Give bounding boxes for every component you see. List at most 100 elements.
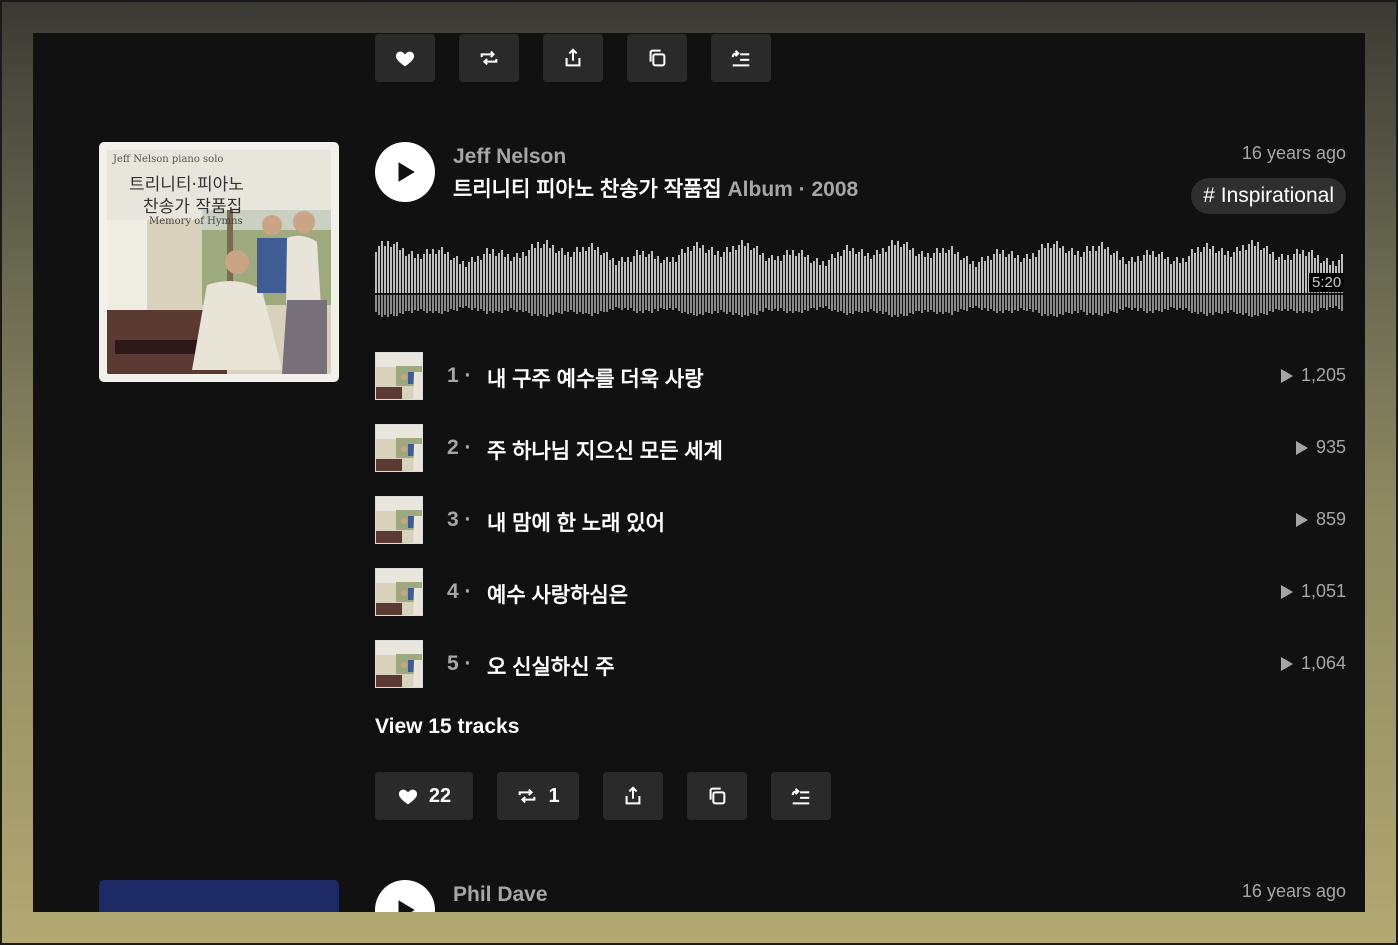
- waveform-bar-reflection: [633, 295, 635, 311]
- waveform-bar-reflection: [684, 295, 686, 312]
- copy-link-button[interactable]: [687, 772, 747, 820]
- waveform[interactable]: [375, 233, 1346, 323]
- waveform-bar-reflection: [1194, 295, 1196, 312]
- waveform-bar-reflection: [492, 295, 494, 313]
- waveform-bar: [1230, 257, 1232, 293]
- waveform-bar: [1065, 253, 1067, 293]
- track-play-count: 1,051: [1280, 581, 1346, 602]
- album-title-line: 트리니티 피아노 찬송가 작품집 Album · 2008: [453, 173, 858, 203]
- track-thumbnail[interactable]: [375, 424, 423, 472]
- waveform-bar-reflection: [1002, 295, 1004, 313]
- waveform-bar-reflection: [897, 295, 899, 317]
- album-cover[interactable]: [99, 880, 339, 912]
- waveform-bar-reflection: [735, 295, 737, 313]
- track-title[interactable]: 내 맘에 한 노래 있어: [487, 507, 665, 537]
- share-button[interactable]: [543, 34, 603, 82]
- album-cover[interactable]: Jeff Nelson piano solo 트리니티·피아노 찬송가 작품집 …: [99, 142, 339, 382]
- track-thumbnail[interactable]: [375, 640, 423, 688]
- like-button[interactable]: 22: [375, 772, 473, 820]
- waveform-bar-reflection: [1044, 295, 1046, 314]
- waveform-bar-reflection: [792, 295, 794, 313]
- waveform-bar: [1002, 250, 1004, 293]
- artist-name[interactable]: Phil Dave: [453, 883, 548, 907]
- album-title[interactable]: 트리니티 피아노 찬송가 작품집: [453, 178, 722, 201]
- track-title[interactable]: 예수 사랑하심은: [487, 579, 628, 609]
- waveform-bar: [855, 254, 857, 293]
- repost-button[interactable]: 1: [497, 772, 579, 820]
- copy-link-button[interactable]: [627, 34, 687, 82]
- waveform-bar: [1158, 254, 1160, 293]
- waveform-bar: [834, 258, 836, 293]
- waveform-bar-reflection: [1074, 295, 1076, 311]
- waveform-bar: [705, 253, 707, 293]
- waveform-bar-reflection: [987, 295, 989, 311]
- track-row[interactable]: 3 · 내 맘에 한 노래 있어 859: [375, 496, 1346, 544]
- track-thumbnail[interactable]: [375, 568, 423, 616]
- share-button[interactable]: [603, 772, 663, 820]
- like-button[interactable]: [375, 34, 435, 82]
- waveform-bar: [1218, 251, 1220, 293]
- track-title[interactable]: 내 구주 예수를 더욱 사랑: [487, 363, 704, 393]
- waveform-bar: [672, 257, 674, 293]
- waveform-bar-reflection: [783, 295, 785, 311]
- waveform-bar: [561, 248, 563, 293]
- waveform-bar: [477, 256, 479, 293]
- waveform-bar: [819, 265, 821, 293]
- waveform-bar-reflection: [771, 295, 773, 311]
- waveform-bar-reflection: [540, 295, 542, 314]
- waveform-bar-reflection: [465, 295, 467, 306]
- track-thumbnail[interactable]: [375, 496, 423, 544]
- play-button[interactable]: [375, 142, 435, 202]
- waveform-bar: [393, 244, 395, 293]
- track-title[interactable]: 오 신실하신 주: [487, 651, 615, 681]
- waveform-bar-reflection: [849, 295, 851, 313]
- waveform-bar: [450, 260, 452, 293]
- waveform-bar: [1224, 255, 1226, 293]
- waveform-bar: [519, 258, 521, 293]
- waveform-bar-reflection: [822, 295, 824, 308]
- waveform-bar: [558, 251, 560, 293]
- play-button[interactable]: [375, 880, 435, 912]
- waveform-bar: [504, 257, 506, 293]
- track-play-count: 935: [1295, 437, 1346, 458]
- track-row[interactable]: 4 · 예수 사랑하심은 1,051: [375, 568, 1346, 616]
- artist-name[interactable]: Jeff Nelson: [453, 145, 566, 169]
- track-thumbnail[interactable]: [375, 352, 423, 400]
- waveform-bar: [405, 256, 407, 293]
- waveform-bar: [933, 253, 935, 293]
- repost-button[interactable]: [459, 34, 519, 82]
- waveform-bar: [801, 250, 803, 293]
- track-number: 2 ·: [447, 436, 472, 459]
- waveform-bar: [1041, 244, 1043, 293]
- waveform-bar-reflection: [612, 295, 614, 310]
- waveform-bar-reflection: [1272, 295, 1274, 312]
- waveform-bar: [960, 260, 962, 293]
- waveform-bar: [840, 256, 842, 293]
- waveform-bar: [765, 261, 767, 293]
- waveform-bar: [1047, 243, 1049, 293]
- waveform-bar: [492, 249, 494, 293]
- waveform-bar: [438, 250, 440, 293]
- add-to-queue-button[interactable]: [711, 34, 771, 82]
- track-row[interactable]: 2 · 주 하나님 지으신 모든 세계 935: [375, 424, 1346, 472]
- waveform-bar-reflection: [912, 295, 914, 314]
- repost-icon: [480, 50, 498, 66]
- track-number: 3 ·: [447, 508, 472, 531]
- add-to-queue-button[interactable]: [771, 772, 831, 820]
- waveform-bar: [684, 253, 686, 293]
- genre-tag[interactable]: # Inspirational: [1191, 178, 1346, 214]
- track-title[interactable]: 주 하나님 지으신 모든 세계: [487, 435, 723, 465]
- waveform-bar-reflection: [630, 295, 632, 308]
- waveform-bar: [468, 262, 470, 293]
- track-row[interactable]: 1 · 내 구주 예수를 더욱 사랑 1,205: [375, 352, 1346, 400]
- waveform-bar-reflection: [1080, 295, 1082, 310]
- waveform-bar-reflection: [693, 295, 695, 315]
- waveform-bar: [1182, 258, 1184, 293]
- waveform-bar-reflection: [798, 295, 800, 312]
- heart-icon: [398, 789, 417, 805]
- play-icon: [398, 162, 415, 182]
- waveform-bar-reflection: [504, 295, 506, 310]
- track-row[interactable]: 5 · 오 신실하신 주 1,064: [375, 640, 1346, 688]
- play-count-icon: [1295, 440, 1308, 455]
- view-tracks-link[interactable]: View 15 tracks: [375, 715, 519, 739]
